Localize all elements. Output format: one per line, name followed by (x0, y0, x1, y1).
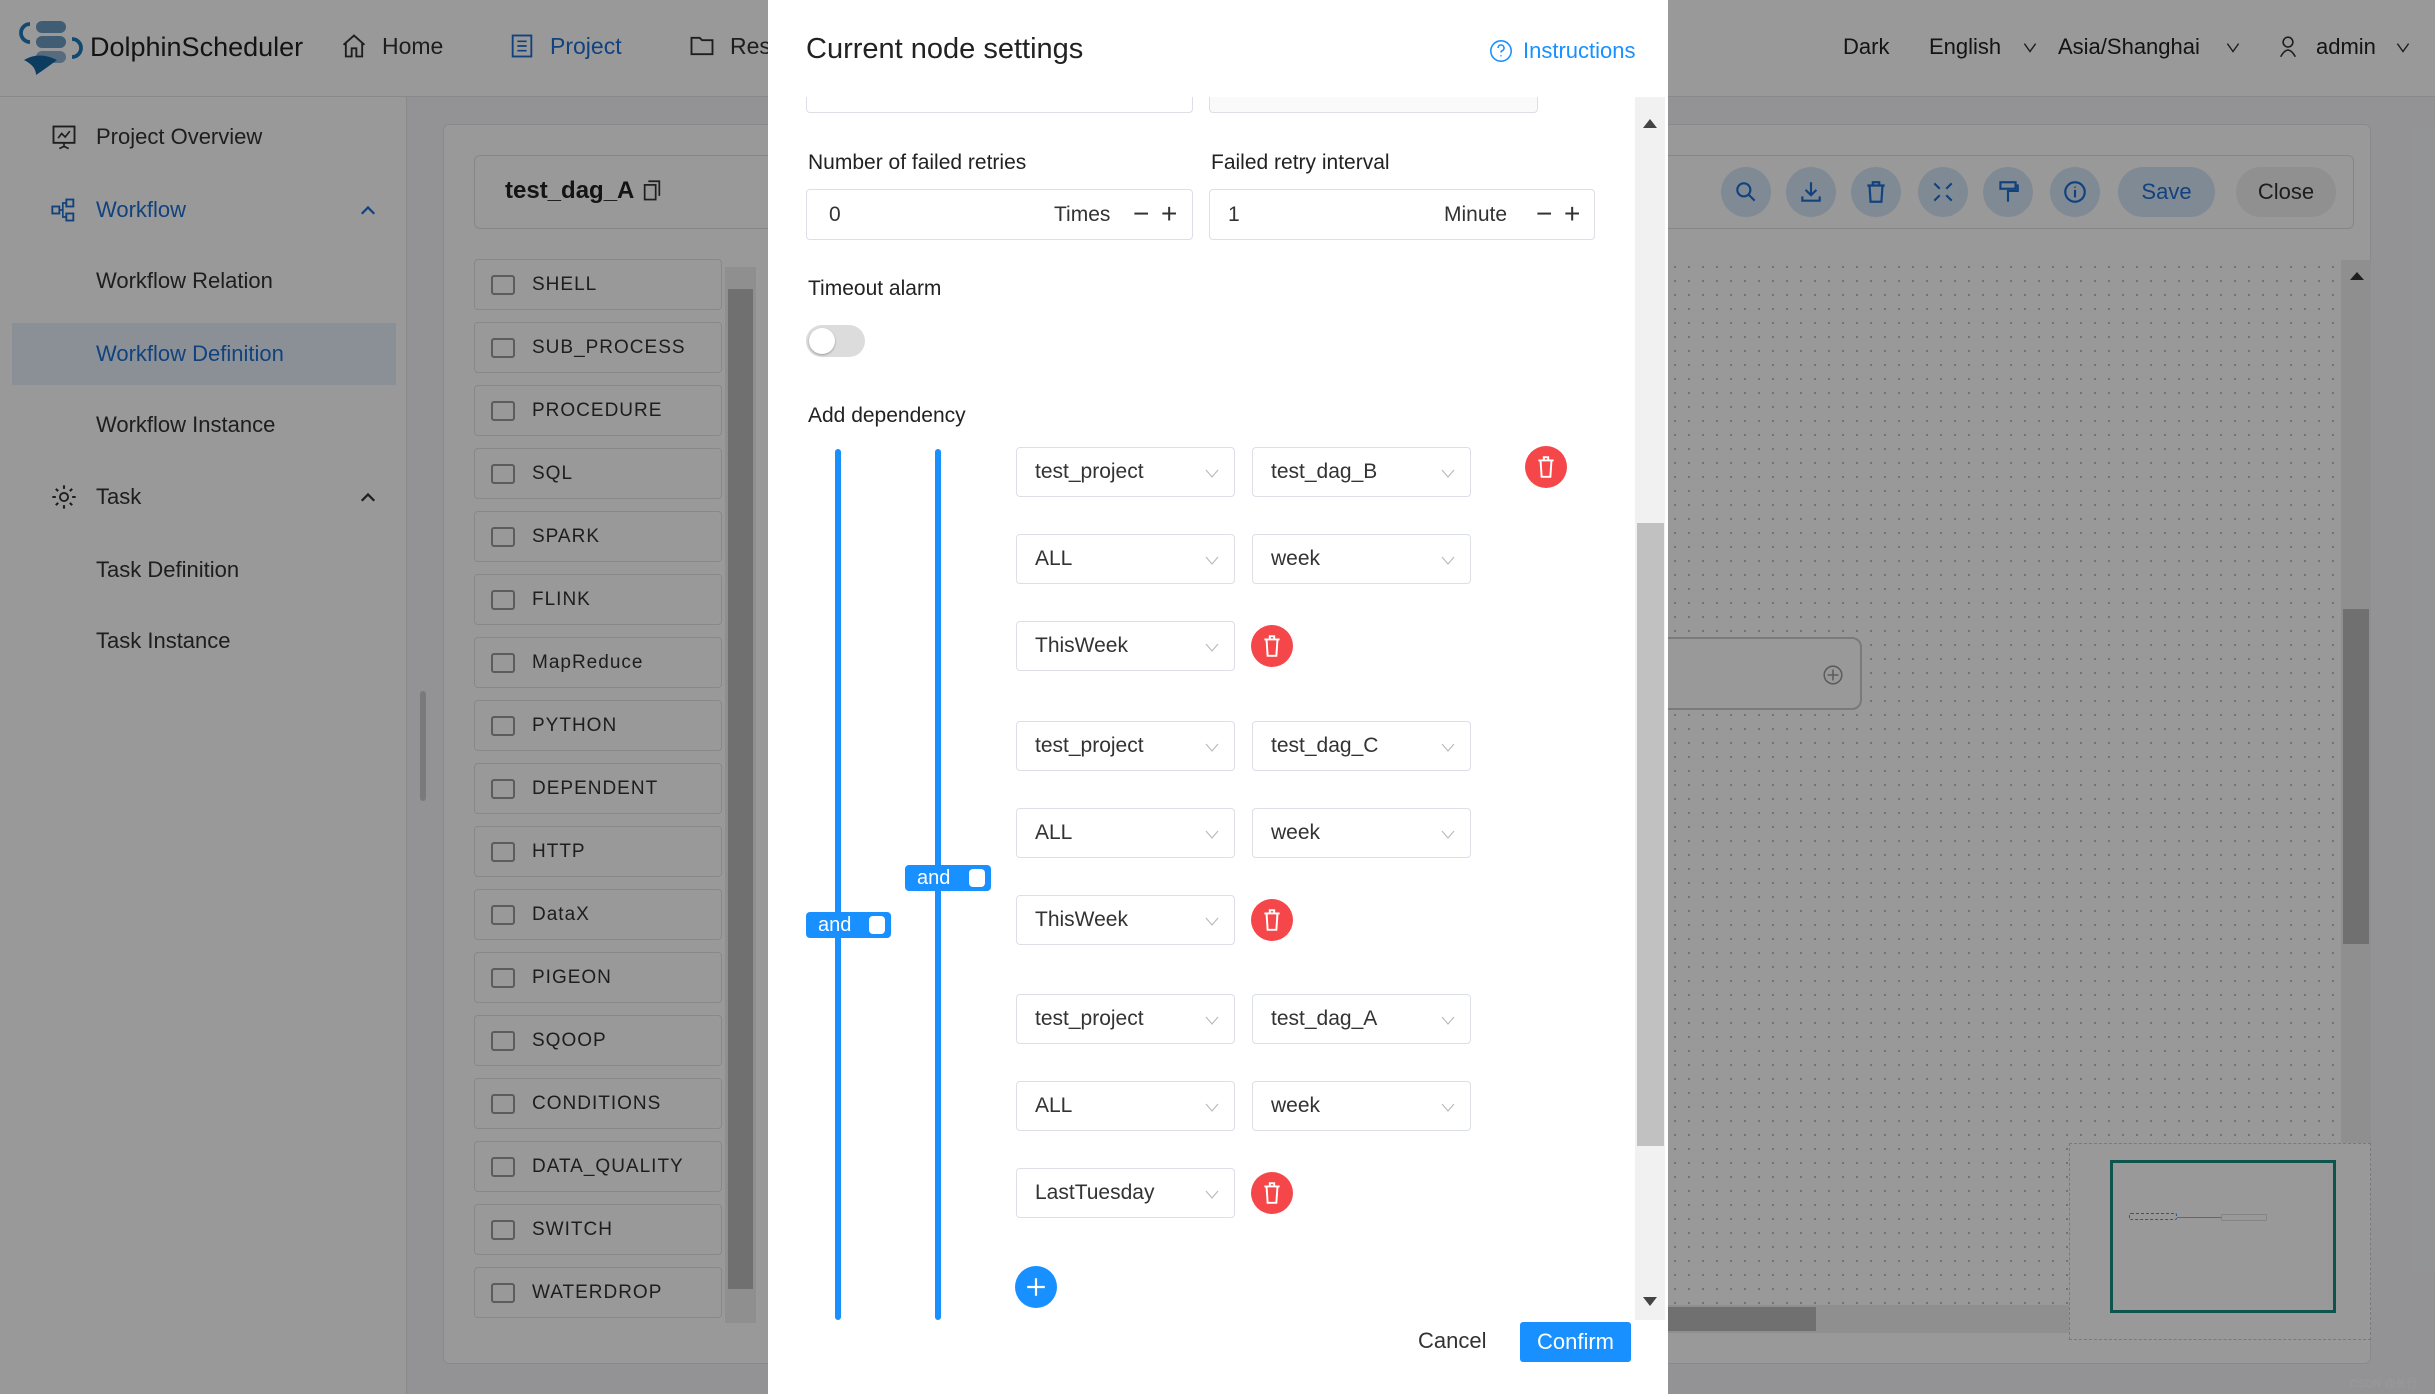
cycle-select[interactable]: week (1252, 1081, 1471, 1131)
modal-scrollbar[interactable] (1635, 97, 1665, 1320)
trash-icon (1264, 635, 1280, 657)
select-value: week (1271, 547, 1321, 570)
timeout-alarm-label: Timeout alarm (808, 277, 942, 300)
plus-icon (1027, 1278, 1045, 1296)
add-dependency-button[interactable] (1015, 1266, 1057, 1308)
scrollbar-thumb[interactable] (1637, 523, 1664, 1146)
chevron-down-icon (1205, 1190, 1219, 1199)
outer-relation-toggle[interactable]: and (806, 912, 891, 938)
retry-interval-value: 1 (1228, 203, 1240, 226)
chevron-down-icon (1205, 469, 1219, 478)
help-circle-icon (1490, 40, 1512, 62)
toggle-knob (969, 869, 985, 887)
date-select[interactable]: LastTuesday (1016, 1168, 1235, 1218)
select-value: ALL (1035, 820, 1073, 844)
node-settings-modal: Current node settings Instructions Numbe… (768, 0, 1668, 1394)
delete-group-button[interactable] (1525, 446, 1567, 488)
select-value: ALL (1035, 1094, 1073, 1117)
select-value: LastTuesday (1035, 1181, 1155, 1204)
trash-icon (1264, 908, 1280, 931)
scroll-down-arrow-icon[interactable] (1643, 1297, 1657, 1306)
chevron-down-icon (1441, 743, 1455, 752)
chevron-down-icon (1205, 556, 1219, 565)
chevron-down-icon (1441, 1103, 1455, 1112)
cycle-select[interactable]: week (1252, 807, 1471, 858)
cycle-select[interactable]: week (1252, 534, 1471, 584)
retry-interval-label: Failed retry interval (1211, 151, 1390, 174)
project-select[interactable]: test_project (1016, 447, 1235, 497)
chevron-down-icon (1205, 1016, 1219, 1025)
select-value: test_project (1035, 733, 1144, 757)
modal-title: Current node settings (806, 33, 1084, 65)
delete-dependency-button[interactable] (1251, 1172, 1293, 1214)
previous-field-input[interactable] (806, 97, 1193, 113)
workflow-select[interactable]: test_dag_A (1252, 994, 1471, 1044)
increment-button[interactable]: + (1564, 198, 1580, 230)
outer-relation-line (835, 449, 841, 1320)
task-select[interactable]: ALL (1016, 807, 1235, 858)
scroll-up-arrow-icon[interactable] (1643, 119, 1657, 128)
previous-field-input[interactable] (1209, 97, 1538, 113)
chevron-down-icon (1441, 830, 1455, 839)
project-select[interactable]: test_project (1016, 720, 1235, 771)
select-value: week (1271, 1094, 1321, 1117)
select-value: ALL (1035, 547, 1073, 570)
retry-interval-input[interactable]: 1 Minute − + (1209, 189, 1595, 240)
chevron-down-icon (1441, 1016, 1455, 1025)
chevron-down-icon (1205, 1103, 1219, 1112)
retries-value: 0 (829, 203, 841, 226)
add-dependency-label: Add dependency (808, 404, 966, 427)
task-select[interactable]: ALL (1016, 1081, 1235, 1131)
select-value: ThisWeek (1035, 634, 1128, 657)
toggle-knob (809, 328, 835, 354)
select-value: week (1271, 820, 1321, 844)
task-select[interactable]: ALL (1016, 534, 1235, 584)
select-value: test_dag_B (1271, 460, 1378, 483)
increment-button[interactable]: + (1161, 198, 1177, 230)
inner-relation-toggle[interactable]: and (905, 865, 991, 891)
chevron-down-icon (1205, 830, 1219, 839)
instructions-link[interactable]: Instructions (1489, 38, 1636, 64)
trash-icon (1264, 1182, 1280, 1204)
select-value: test_project (1035, 460, 1144, 483)
retries-unit: Times (1054, 203, 1111, 226)
chevron-down-icon (1205, 917, 1219, 926)
relation-label: and (917, 866, 951, 889)
select-value: test_project (1035, 1007, 1144, 1030)
chevron-down-icon (1441, 556, 1455, 565)
toggle-knob (869, 916, 885, 934)
cancel-button[interactable]: Cancel (1418, 1328, 1486, 1354)
retries-input[interactable]: 0 Times − + (806, 189, 1193, 240)
retry-interval-unit: Minute (1444, 203, 1508, 226)
instructions-label: Instructions (1523, 38, 1636, 63)
delete-dependency-button[interactable] (1251, 625, 1293, 667)
decrement-button[interactable]: − (1133, 198, 1149, 230)
confirm-button[interactable]: Confirm (1520, 1322, 1631, 1362)
workflow-select[interactable]: test_dag_C (1252, 720, 1471, 771)
select-value: ThisWeek (1035, 907, 1128, 931)
relation-label: and (818, 913, 852, 936)
chevron-down-icon (1205, 643, 1219, 652)
date-select[interactable]: ThisWeek (1016, 894, 1235, 945)
timeout-alarm-toggle[interactable] (806, 325, 865, 357)
delete-dependency-button[interactable] (1251, 898, 1293, 941)
decrement-button[interactable]: − (1536, 198, 1552, 230)
select-value: test_dag_C (1271, 733, 1379, 757)
date-select[interactable]: ThisWeek (1016, 621, 1235, 671)
chevron-down-icon (1441, 469, 1455, 478)
chevron-down-icon (1205, 743, 1219, 752)
project-select[interactable]: test_project (1016, 994, 1235, 1044)
retries-label: Number of failed retries (808, 151, 1027, 174)
select-value: test_dag_A (1271, 1007, 1378, 1030)
workflow-select[interactable]: test_dag_B (1252, 447, 1471, 497)
trash-icon (1538, 456, 1554, 478)
